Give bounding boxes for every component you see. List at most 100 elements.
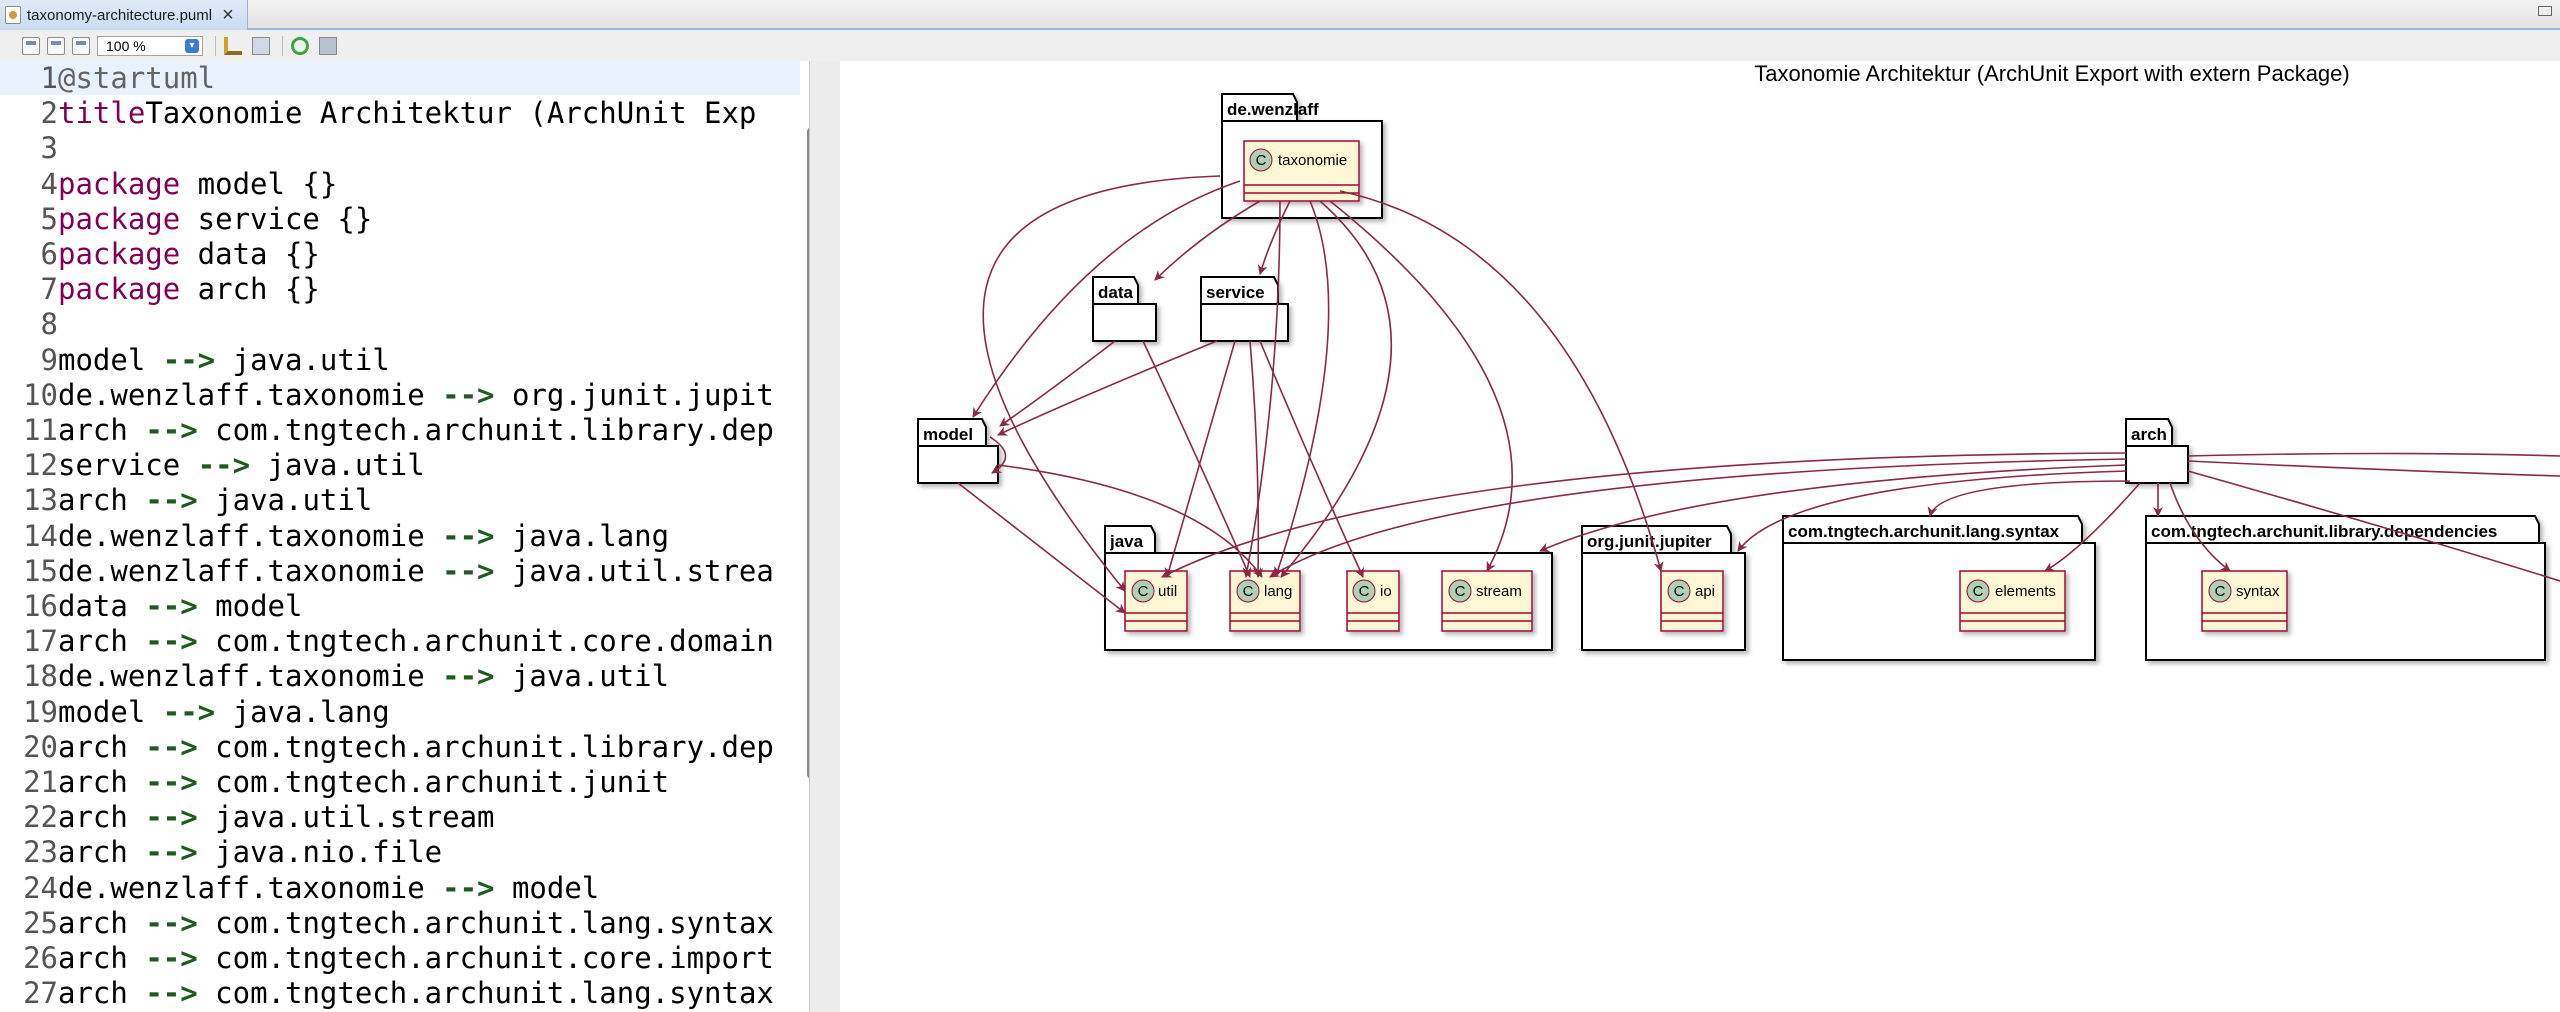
code-text: arch --> java.util.stream [58,800,495,835]
code-token: --> [197,448,251,483]
class-label-util: util [1158,583,1177,600]
fit-height-icon[interactable] [47,37,65,55]
code-token: --> [145,413,198,447]
code-line[interactable]: 13arch --> java.util [0,483,800,518]
class-glyph: C [1455,583,1466,600]
code-line[interactable]: 10de.wenzlaff.taxonomie --> org.junit.ju… [0,378,800,413]
zoom-select[interactable]: 100 % ▾ [97,36,203,56]
code-text: arch --> com.tngtech.archunit.core.impor… [58,941,774,976]
close-icon[interactable]: × [222,5,234,25]
code-line[interactable]: 2titleTaxonomie Architektur (ArchUnit Ex… [0,96,800,131]
class-util [1124,570,1188,632]
code-token: org.junit.jupit [494,377,774,412]
line-number: 7 [40,272,58,307]
zoom-value: 100 % [106,38,146,54]
code-token: model [58,342,163,377]
code-line[interactable]: 16data --> model [0,589,800,624]
line-number: 24 [23,870,58,905]
tab-taxonomy-architecture[interactable]: taxonomy-architecture.puml × [0,0,248,30]
code-line[interactable]: 9model --> java.util [0,343,800,378]
code-line[interactable]: 20arch --> com.tngtech.archunit.library.… [0,730,800,765]
code-line[interactable]: 11arch --> com.tngtech.archunit.library.… [0,413,800,448]
class-label-lang: lang [1264,583,1292,600]
code-token: com.tngtech.archunit.core.domain [197,624,774,659]
code-token: java.lang [494,518,670,553]
code-text: package model {} [58,167,337,202]
copy-icon[interactable] [252,37,270,55]
code-token: data [58,589,146,623]
tab-label: taxonomy-architecture.puml [27,6,213,24]
class-glyph: C [1243,583,1254,600]
editor-tab-bar: taxonomy-architecture.puml × [0,0,2560,30]
code-token: package [58,237,181,271]
plantuml-file-icon [5,6,21,24]
code-line[interactable]: 3 [0,131,800,166]
code-text: arch --> com.tngtech.archunit.lang.synta… [58,906,774,941]
class-label-api: api [1695,583,1715,600]
code-line[interactable]: 24de.wenzlaff.taxonomie --> model [0,871,800,906]
code-line[interactable]: 21arch --> com.tngtech.archunit.junit [0,765,800,800]
package-label-service: service [1206,283,1265,302]
code-line[interactable]: 25arch --> com.tngtech.archunit.lang.syn… [0,906,800,941]
line-number: 9 [40,342,58,377]
line-number: 11 [23,413,58,447]
package-label-dependencies: com.tngtech.archunit.library.dependencie… [2151,522,2497,541]
code-token: @startuml [58,61,216,95]
code-line[interactable]: 22arch --> java.util.stream [0,800,800,835]
vertical-scrollbar[interactable] [807,127,809,779]
code-line[interactable]: 18de.wenzlaff.taxonomie --> java.util [0,659,800,694]
class-glyph: C [1674,583,1685,600]
line-number: 27 [23,976,58,1011]
class-label-stream: stream [1476,583,1522,600]
fit-width-icon[interactable] [22,37,40,55]
line-number: 15 [23,553,58,588]
code-line[interactable]: 19model --> java.lang [0,695,800,730]
code-text: de.wenzlaff.taxonomie --> org.junit.jupi… [58,378,774,413]
code-token: package [58,201,181,236]
code-line[interactable]: 14de.wenzlaff.taxonomie --> java.lang [0,519,800,554]
code-line[interactable]: 26arch --> com.tngtech.archunit.core.imp… [0,941,800,976]
code-line[interactable]: 7package arch {} [0,272,800,307]
line-number: 4 [40,166,58,201]
diagram-preview: Taxonomie Architektur (ArchUnit Export w… [840,61,2560,1012]
diagram-toolbar: 100 % ▾ [0,31,2560,61]
code-token: service {} [180,201,373,236]
code-token: java.util [494,659,670,694]
package-label-model: model [923,425,973,444]
code-text: arch --> com.tngtech.archunit.lang.synta… [58,976,774,1011]
class-glyph: C [1138,583,1149,600]
class-glyph: C [1973,583,1984,600]
code-token: de.wenzlaff.taxonomie [58,518,443,553]
code-token: java.util.strea [494,553,774,588]
code-line[interactable]: 15de.wenzlaff.taxonomie --> java.util.st… [0,554,800,589]
pin-icon[interactable] [224,37,242,55]
code-line[interactable]: 1@startuml [0,61,800,96]
code-text: package data {} [58,237,320,272]
code-line[interactable]: 6package data {} [0,237,800,272]
code-token: java.lang [215,694,390,729]
code-token: --> [145,835,198,870]
code-text: arch --> java.util [58,483,372,518]
code-line[interactable]: 27arch --> com.tngtech.archunit.lang.syn… [0,976,800,1011]
code-line[interactable]: 5package service {} [0,202,800,237]
line-number: 13 [23,483,58,518]
code-line[interactable]: 17arch --> com.tngtech.archunit.core.dom… [0,624,800,659]
source-editor[interactable]: 1@startuml 2titleTaxonomie Architektur (A… [0,61,810,1012]
maximize-icon[interactable] [2538,6,2552,16]
code-line[interactable]: 8 [0,307,800,342]
code-token: package [58,166,181,201]
code-token: com.tngtech.archunit.library.dep [197,413,774,447]
export-icon[interactable] [319,37,337,55]
code-token: arch [58,835,146,870]
code-token: arch [58,483,146,518]
code-line[interactable]: 4package model {} [0,167,800,202]
code-line[interactable]: 23arch --> java.nio.file [0,835,800,870]
code-line[interactable]: 12service --> java.util [0,448,800,483]
fit-page-icon[interactable] [72,37,90,55]
code-token: arch [58,624,146,659]
code-token: --> [442,553,495,588]
chevron-down-icon: ▾ [185,39,199,53]
refresh-icon[interactable] [291,37,309,55]
class-label-io: io [1380,583,1392,600]
code-token: de.wenzlaff.taxonomie [58,553,443,588]
